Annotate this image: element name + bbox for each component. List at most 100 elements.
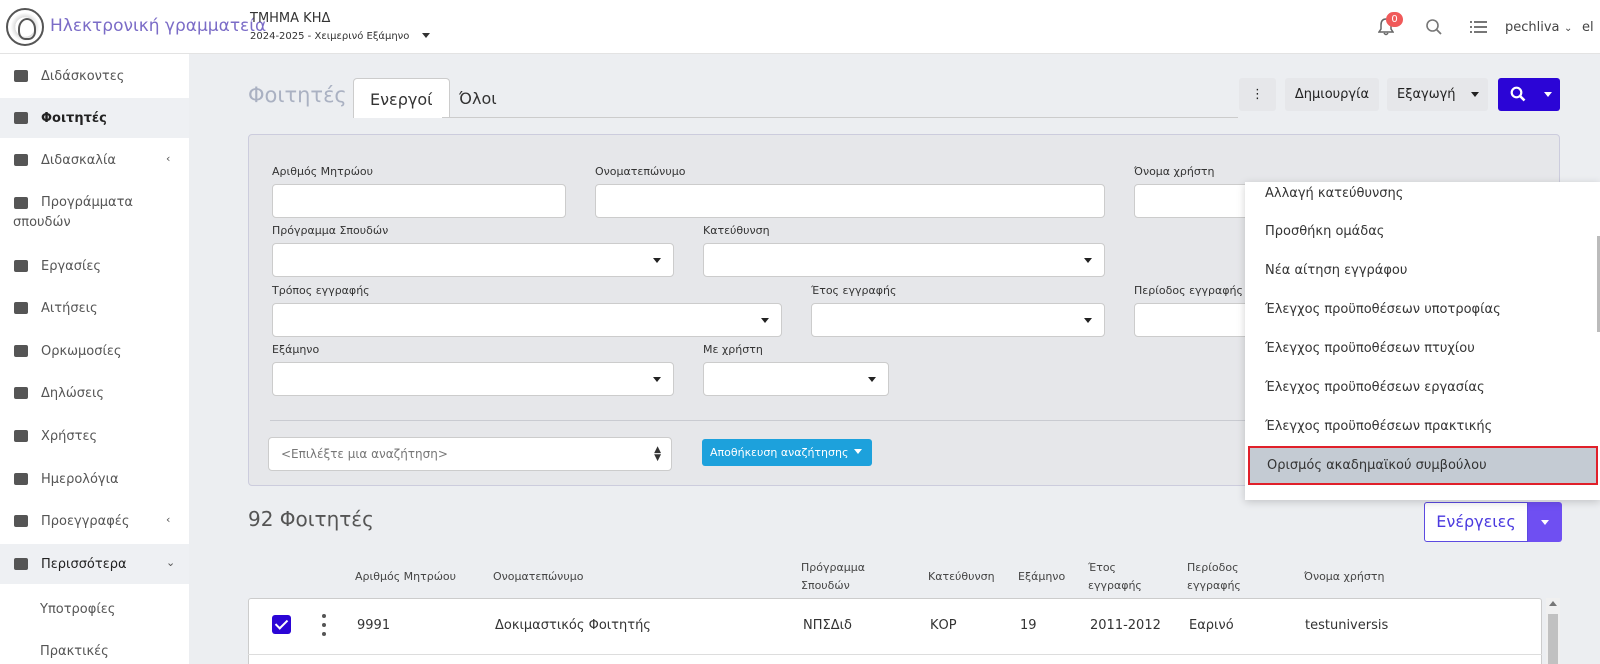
university-logo-icon[interactable]	[6, 8, 44, 46]
tab-all[interactable]: Όλοι	[443, 78, 513, 118]
student-id-label: Αριθμός Μητρώου	[272, 165, 374, 178]
sidebar-item-theses[interactable]: Εργασίες	[0, 246, 189, 286]
save-search-label: Αποθήκευση αναζήτησης	[710, 446, 849, 459]
sidebar-subitem-internships[interactable]: Πρακτικές	[40, 644, 109, 659]
sidebar-item-teaching[interactable]: Διδασκαλία ‹	[0, 140, 189, 180]
row-checkbox[interactable]	[272, 615, 291, 634]
direction-select[interactable]	[703, 243, 1105, 277]
menu-item-change-direction[interactable]: Αλλαγή κατεύθυνσης	[1245, 182, 1600, 213]
menu-item-check-scholarship[interactable]: Έλεγχος προϋποθέσεων υποτροφίας	[1245, 290, 1600, 329]
menu-item-check-degree[interactable]: Έλεγχος προϋποθέσεων πτυχίου	[1245, 329, 1600, 368]
sidebar-item-label: Δηλώσεις	[41, 386, 105, 401]
caret-down-icon[interactable]	[1544, 92, 1552, 97]
menu-item-add-group[interactable]: Προσθήκη ομάδας	[1245, 212, 1600, 251]
sidebar-item-label: Περισσότερα	[41, 557, 127, 572]
menu-item-label: Προσθήκη ομάδας	[1265, 224, 1385, 239]
col-username[interactable]: Όνομα χρήστη	[1304, 568, 1384, 586]
sidebar-item-students[interactable]: Φοιτητές	[0, 98, 189, 138]
sidebar-item-calendars[interactable]: Ημερολόγια	[0, 459, 189, 499]
sidebar-item-more[interactable]: Περισσότερα ⌄	[0, 544, 189, 584]
briefcase-icon	[14, 260, 28, 272]
menu-item-label: Έλεγχος προϋποθέσεων υποτροφίας	[1265, 302, 1501, 317]
col-enroll-year-line1: Έτος	[1088, 561, 1117, 574]
enroll-mode-label: Τρόπος εγγραφής	[272, 284, 370, 297]
col-program-line1: Πρόγραμμα	[801, 561, 865, 574]
language-selector[interactable]: el	[1582, 20, 1594, 35]
cell-username: testuniversis	[1305, 618, 1389, 633]
col-student-id[interactable]: Αριθμός Μητρώου	[355, 568, 456, 586]
col-program[interactable]: Πρόγραμμα Σπουδών	[801, 559, 865, 595]
megaphone-icon	[14, 70, 28, 82]
tabs-divider	[442, 117, 1238, 118]
sidebar-item-users[interactable]: Χρήστες	[0, 416, 189, 456]
actions-dropdown-toggle[interactable]	[1528, 502, 1562, 542]
calendar-icon	[14, 473, 28, 485]
department-name[interactable]: ΤΜΗΜΑ ΚΗΔ	[250, 11, 330, 26]
sidebar-item-registrations[interactable]: Δηλώσεις	[0, 373, 189, 413]
col-semester[interactable]: Εξάμηνο	[1018, 568, 1065, 586]
sidebar: Διδάσκοντες Φοιτητές Διδασκαλία ‹ Προγρά…	[0, 54, 189, 664]
export-button[interactable]: Εξαγωγή	[1387, 78, 1488, 111]
sidebar-item-requests[interactable]: Αιτήσεις	[0, 288, 189, 328]
create-button[interactable]: Δημιουργία	[1285, 78, 1379, 111]
col-full-name[interactable]: Ονοματεπώνυμο	[493, 568, 583, 586]
app-brand[interactable]: Ηλεκτρονική γραμματεία	[50, 16, 266, 36]
menu-item-new-document-request[interactable]: Νέα αίτηση εγγράφου	[1245, 251, 1600, 290]
col-enroll-year-line2: εγγραφής	[1088, 579, 1142, 592]
full-name-input[interactable]	[595, 184, 1105, 218]
sidebar-item-label: Ορκωμοσίες	[41, 344, 122, 359]
col-enroll-period-line2: εγγραφής	[1187, 579, 1241, 592]
user-menu[interactable]: pechliva	[1505, 20, 1560, 35]
sidebar-item-label: Εργασίες	[41, 259, 102, 274]
scrollbar-thumb[interactable]	[1548, 614, 1558, 664]
results-count: 92 Φοιτητές	[248, 507, 374, 531]
sidebar-item-preregistrations[interactable]: Προεγγραφές ‹	[0, 501, 189, 541]
sidebar-subitem-scholarships[interactable]: Υποτροφίες	[40, 602, 115, 617]
program-select[interactable]	[272, 243, 674, 277]
term-selector[interactable]: 2024-2025 - Χειμερινό Εξάμηνο	[250, 31, 409, 42]
id-card-icon	[14, 515, 28, 527]
col-enroll-period[interactable]: Περίοδος εγγραφής	[1187, 559, 1241, 595]
saved-search-placeholder: <Επιλέξτε μια αναζήτηση>	[281, 447, 448, 461]
enroll-mode-select[interactable]	[272, 303, 782, 337]
list-icon[interactable]	[1470, 20, 1488, 34]
with-user-select[interactable]	[703, 362, 889, 396]
semester-select[interactable]	[272, 362, 674, 396]
username-input[interactable]	[1134, 184, 1254, 218]
student-id-input[interactable]	[272, 184, 566, 218]
col-direction[interactable]: Κατεύθυνση	[928, 568, 995, 586]
saved-search-select[interactable]: <Επιλέξτε μια αναζήτηση> ▲ ▼	[268, 437, 672, 471]
col-enroll-period-line1: Περίοδος	[1187, 561, 1239, 574]
tab-active[interactable]: Ενεργοί	[353, 78, 450, 118]
notification-badge[interactable]: 0	[1386, 12, 1403, 27]
institution-icon	[14, 197, 28, 209]
sidebar-item-study-programs[interactable]: Προγράμματα σπουδών	[0, 183, 189, 231]
caret-down-icon[interactable]	[854, 449, 862, 454]
menu-item-check-internship[interactable]: Έλεγχος προϋποθέσεων πρακτικής	[1245, 407, 1600, 446]
sidebar-item-graduations[interactable]: Ορκωμοσίες	[0, 331, 189, 371]
graduate-icon	[14, 345, 28, 357]
actions-button[interactable]: Ενέργειες	[1424, 502, 1528, 542]
caret-down-icon[interactable]	[422, 33, 430, 38]
history-icon	[14, 154, 28, 166]
sidebar-item-instructors[interactable]: Διδάσκοντες	[0, 56, 189, 96]
chevron-down-icon[interactable]: ⌄	[1564, 23, 1572, 34]
search-button[interactable]	[1498, 78, 1560, 111]
sidebar-item-label: Προγράμματα σπουδών	[13, 193, 133, 230]
more-options-button[interactable]: ⋮	[1239, 78, 1276, 111]
scroll-up-icon[interactable]	[1549, 601, 1557, 606]
table-scrollbar[interactable]	[1546, 598, 1560, 664]
row-menu-kebab-icon[interactable]	[322, 614, 326, 636]
search-icon[interactable]	[1425, 18, 1443, 36]
col-enroll-year[interactable]: Έτος εγγραφής	[1088, 559, 1142, 595]
col-program-line2: Σπουδών	[801, 579, 850, 592]
cell-full-name[interactable]: Δοκιμαστικός Φοιτητής	[495, 618, 651, 633]
save-search-button[interactable]: Αποθήκευση αναζήτησης	[702, 439, 872, 466]
enroll-period-select[interactable]	[1134, 303, 1254, 337]
sidebar-item-label: Χρήστες	[41, 429, 98, 444]
enroll-year-select[interactable]	[811, 303, 1105, 337]
menu-item-assign-advisor[interactable]: Ορισμός ακαδημαϊκού συμβούλου	[1248, 446, 1598, 485]
menu-item-check-thesis[interactable]: Έλεγχος προϋποθέσεων εργασίας	[1245, 368, 1600, 407]
menu-item-label: Έλεγχος προϋποθέσεων πτυχίου	[1265, 341, 1475, 356]
full-name-label: Ονοματεπώνυμο	[595, 165, 686, 178]
